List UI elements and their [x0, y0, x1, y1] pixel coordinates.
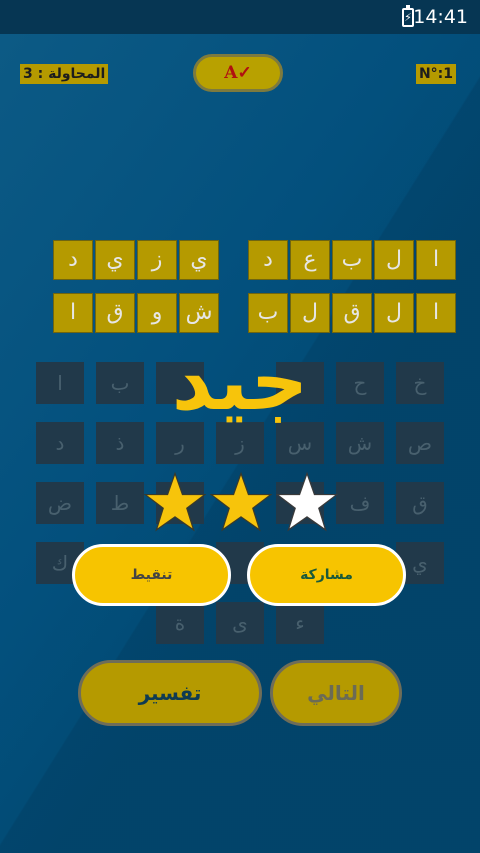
key-tile[interactable]: ذ — [96, 422, 144, 464]
share-button[interactable]: مشاركة — [247, 544, 406, 606]
answer-slot[interactable]: د — [248, 240, 288, 280]
key-tile[interactable]: ط — [96, 482, 144, 524]
key-tile[interactable]: ض — [36, 482, 84, 524]
star-rating — [140, 471, 340, 535]
key-tile[interactable]: ر — [156, 422, 204, 464]
key-tile[interactable]: ش — [336, 422, 384, 464]
answer-slot[interactable]: ش — [179, 293, 219, 333]
answer-slot[interactable]: ا — [416, 293, 456, 333]
rate-button[interactable]: تنقيط — [72, 544, 231, 606]
star-filled-icon — [144, 471, 206, 532]
status-time: 14:41 — [413, 6, 468, 28]
answer-slot[interactable]: ز — [137, 240, 177, 280]
battery-charging-icon: ⚡ — [402, 5, 414, 27]
star-filled-icon — [210, 471, 272, 532]
answer-slot[interactable]: ي — [95, 240, 135, 280]
key-tile[interactable]: ة — [156, 602, 204, 644]
answer-slot[interactable]: د — [53, 240, 93, 280]
answer-slot[interactable]: و — [137, 293, 177, 333]
key-tile[interactable]: ق — [396, 482, 444, 524]
answer-slot[interactable]: ع — [290, 240, 330, 280]
answer-row-2: ا ق و ش ب ل ق ل ا — [0, 293, 480, 333]
answer-slot[interactable]: ل — [374, 240, 414, 280]
key-tile[interactable]: ز — [216, 422, 264, 464]
answer-row-1: د ي ز ي د ع ب ل ا — [0, 240, 480, 280]
level-label: N°:1 — [415, 64, 456, 84]
key-tile[interactable]: ء — [276, 602, 324, 644]
key-tile[interactable]: ص — [396, 422, 444, 464]
answer-slot[interactable]: ل — [374, 293, 414, 333]
answer-slot[interactable]: ق — [95, 293, 135, 333]
answer-slot[interactable]: ب — [332, 240, 372, 280]
key-tile[interactable]: س — [276, 422, 324, 464]
explain-button[interactable]: تفسير — [78, 660, 262, 726]
game-screen: المحاولة : 3 A✓ N°:1 د ي ز ي د ع ب ل ا ا… — [0, 34, 480, 853]
key-tile[interactable]: د — [36, 422, 84, 464]
answer-slot[interactable]: ل — [290, 293, 330, 333]
result-word: جيد — [171, 335, 309, 428]
answer-slot[interactable]: ا — [416, 240, 456, 280]
next-button[interactable]: التالي — [270, 660, 402, 726]
key-tile[interactable]: ى — [216, 602, 264, 644]
answer-slot[interactable]: ا — [53, 293, 93, 333]
answer-slot[interactable]: ي — [179, 240, 219, 280]
status-bar: ⚡ 14:41 — [0, 0, 480, 34]
answer-slot[interactable]: ق — [332, 293, 372, 333]
star-empty-icon — [276, 471, 338, 532]
answer-slot[interactable]: ب — [248, 293, 288, 333]
key-tile[interactable]: ف — [336, 482, 384, 524]
hint-button[interactable]: A✓ — [193, 54, 283, 92]
attempts-label: المحاولة : 3 — [20, 64, 109, 84]
